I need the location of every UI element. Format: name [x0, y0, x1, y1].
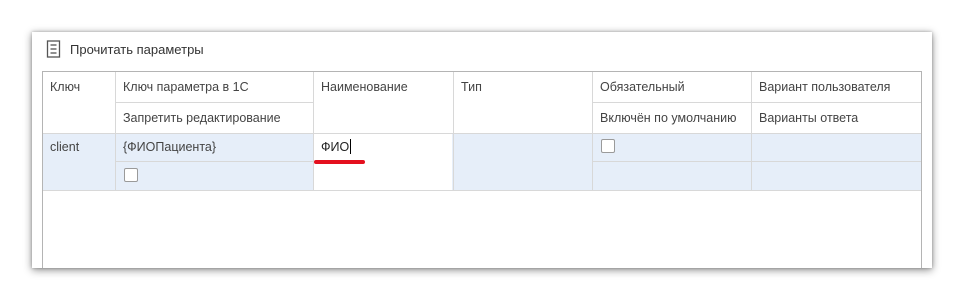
header-enabled-by-default[interactable]: Включён по умолчанию: [593, 103, 751, 133]
header-user-variant[interactable]: Вариант пользователя: [752, 72, 921, 102]
forbid-editing-checkbox[interactable]: [124, 168, 138, 182]
header-param-key-1c[interactable]: Ключ параметра в 1С: [116, 72, 313, 102]
required-checkbox[interactable]: [601, 139, 615, 153]
name-input[interactable]: ФИО: [314, 134, 453, 161]
document-icon: [46, 40, 61, 58]
read-params-button[interactable]: Прочитать параметры: [46, 39, 204, 59]
header-forbid-editing[interactable]: Запретить редактирование: [116, 103, 313, 133]
header-key[interactable]: Ключ: [43, 72, 115, 102]
header-answer-variants[interactable]: Варианты ответа: [752, 103, 921, 133]
name-input-value: ФИО: [321, 140, 350, 154]
header-required[interactable]: Обязательный: [593, 72, 751, 102]
header-name[interactable]: Наименование: [314, 72, 453, 102]
parameters-panel: Прочитать параметры Ключ Ключ параметра …: [32, 32, 932, 268]
cell-key[interactable]: client: [43, 134, 115, 161]
annotation-underline: [314, 160, 365, 164]
text-caret: [350, 139, 352, 154]
parameters-table: Ключ Ключ параметра в 1С Наименование Ти…: [42, 71, 922, 268]
header-type[interactable]: Тип: [454, 72, 592, 102]
cell-param-key-1c[interactable]: {ФИОПациента}: [116, 134, 313, 161]
read-params-label: Прочитать параметры: [70, 41, 204, 57]
